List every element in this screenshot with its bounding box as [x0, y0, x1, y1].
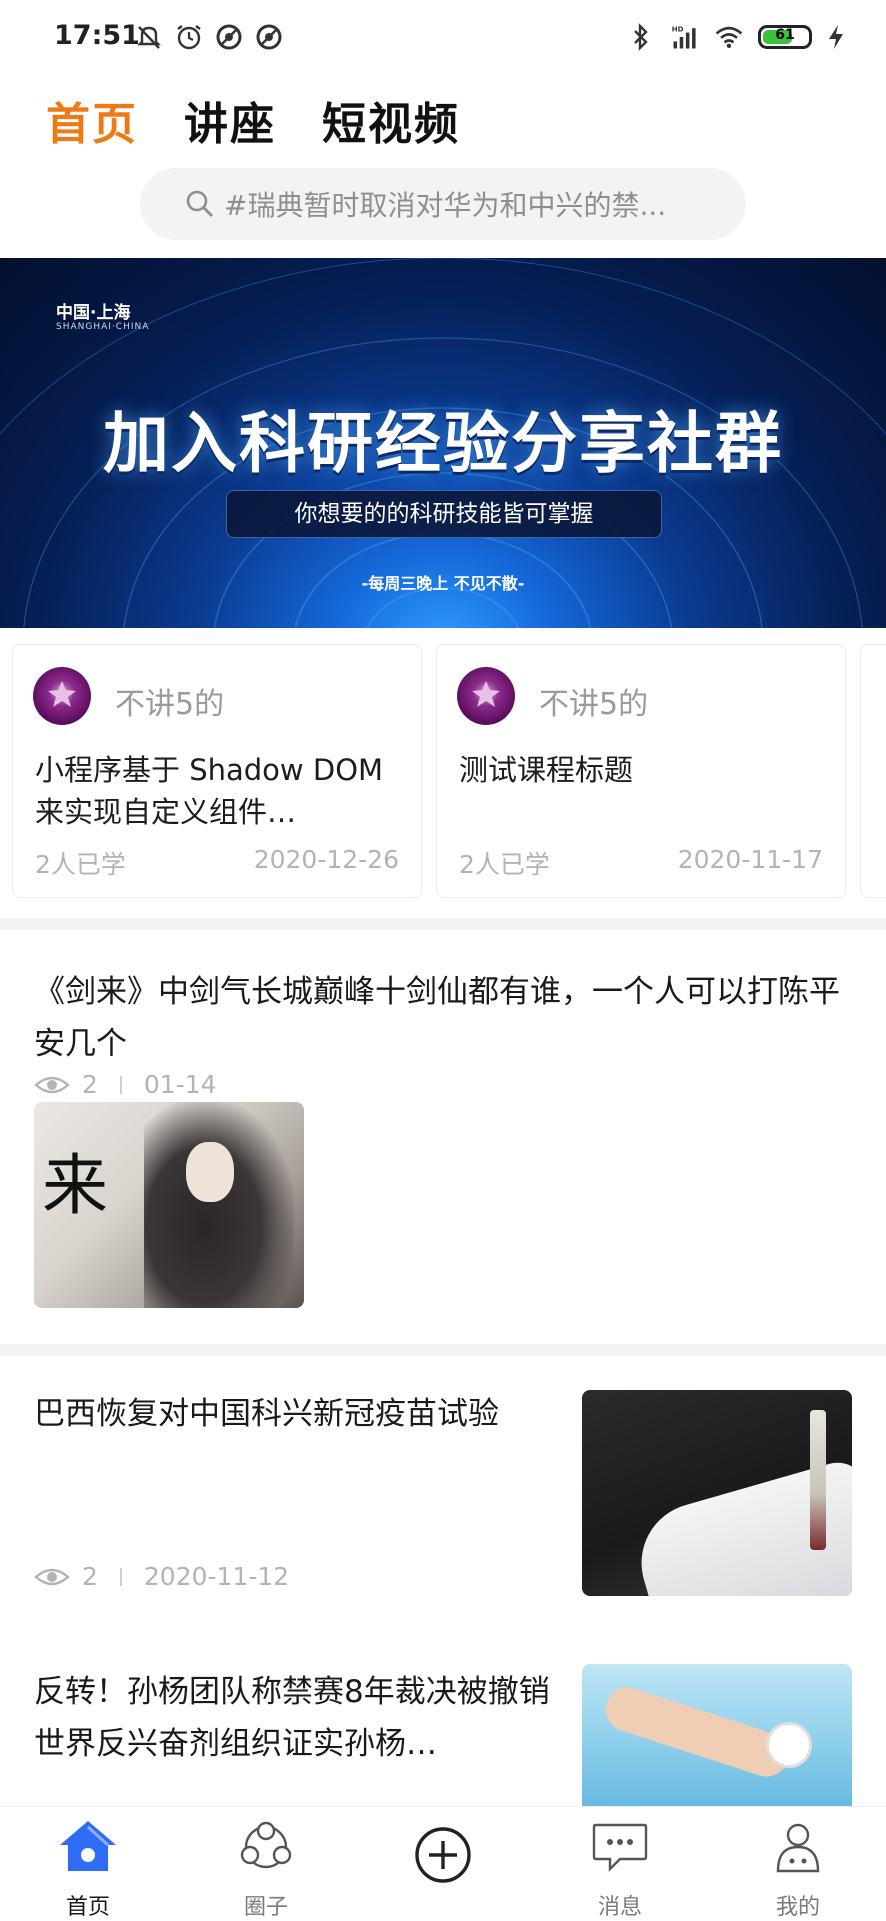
course-card-partial[interactable]	[860, 644, 886, 898]
image-swimmer	[599, 1681, 795, 1783]
image-face	[186, 1142, 234, 1202]
search-icon	[186, 190, 213, 217]
meta-separator	[119, 1075, 122, 1094]
tab-short-video[interactable]: 短视频	[322, 88, 460, 152]
author-avatar	[457, 667, 515, 725]
course-card[interactable]: 不讲5的 测试课程标题 2人已学 2020-11-17	[436, 644, 846, 898]
promo-banner[interactable]: 中国·上海 SHANGHAI·CHINA 加入科研经验分享社群 你想要的的科研技…	[0, 258, 886, 628]
eye-icon	[34, 1568, 70, 1585]
charging-bolt-icon	[829, 25, 843, 49]
profile-icon	[776, 1823, 820, 1873]
article-title: 反转！孙杨团队称禁赛8年裁决被撤销 世界反兴奋剂组织证实孙杨…	[34, 1674, 550, 1762]
article-meta: 2 2020-11-12	[34, 1562, 289, 1591]
status-notification-icons	[134, 22, 284, 52]
status-bar: 17:51 HD 61	[0, 0, 886, 76]
banner-title: 加入科研经验分享社群	[103, 405, 783, 482]
wifi-icon	[715, 26, 743, 49]
top-tabs: 首页 讲座 短视频	[46, 88, 460, 152]
battery-level: 61	[775, 27, 795, 43]
message-icon	[592, 1823, 648, 1872]
tab-lectures[interactable]: 讲座	[184, 88, 276, 152]
search-placeholder: #瑞典暂时取消对华为和中兴的禁...	[224, 189, 667, 222]
avatar-emblem-icon	[48, 681, 76, 707]
mute-bell-icon	[137, 26, 161, 49]
nav-home[interactable]: 首页	[28, 1807, 148, 1921]
banner-location: 中国·上海	[56, 303, 131, 323]
article-title: 《剑来》中剑气长城巅峰十剑仙都有谁，一个人可以打陈平安几个	[34, 974, 840, 1062]
cellular-signal-icon: HD	[672, 25, 696, 49]
course-author: 不讲5的	[539, 687, 649, 722]
nav-home-label: 首页	[65, 1895, 110, 1920]
circle-group-icon	[240, 1821, 292, 1869]
article-title: 巴西恢复对中国科兴新冠疫苗试验	[34, 1396, 499, 1432]
network-type-label: HD	[672, 25, 684, 34]
image-vial	[810, 1410, 826, 1550]
status-system-icons: HD 61	[626, 22, 846, 52]
banner-location-en: SHANGHAI·CHINA	[56, 322, 150, 332]
nav-circle-label: 圈子	[243, 1895, 288, 1920]
meta-separator	[119, 1567, 122, 1586]
app-notification-icon	[256, 24, 282, 50]
nav-add[interactable]	[383, 1807, 503, 1921]
section-divider	[0, 918, 886, 930]
image-swim-cap	[766, 1722, 812, 1768]
course-date: 2020-11-17	[677, 845, 823, 874]
nav-circle[interactable]: 圈子	[206, 1807, 326, 1921]
eye-icon	[34, 1076, 70, 1093]
battery-icon: 61	[758, 25, 812, 49]
bottom-navigation: 首页 圈子 消息 我的	[0, 1806, 886, 1921]
avatar-emblem-icon	[472, 681, 500, 707]
article-views: 2	[82, 1562, 98, 1591]
section-divider	[0, 1344, 886, 1356]
bluetooth-icon	[634, 23, 648, 51]
course-learners: 2人已学	[35, 850, 126, 879]
course-author: 不讲5的	[115, 687, 225, 722]
course-card-carousel[interactable]: 不讲5的 小程序基于 Shadow DOM 来实现自定义组件… 2人已学 202…	[12, 644, 886, 900]
image-calligraphy: 来	[42, 1147, 108, 1224]
image-figure	[144, 1102, 294, 1308]
nav-profile[interactable]: 我的	[738, 1807, 858, 1921]
course-date: 2020-12-26	[253, 845, 399, 874]
swimmer-image	[582, 1664, 852, 1814]
article-views: 2	[82, 1070, 98, 1099]
nav-profile-label: 我的	[775, 1895, 820, 1920]
home-icon	[60, 1821, 116, 1871]
article-meta: 2 01-14	[34, 1070, 217, 1099]
course-title: 测试课程标题	[459, 753, 634, 787]
status-time: 17:51	[54, 20, 140, 51]
search-bar[interactable]: #瑞典暂时取消对华为和中兴的禁...	[140, 168, 746, 240]
vaccine-vial-image	[582, 1390, 852, 1596]
alarm-icon	[177, 25, 201, 50]
article-date: 2020-11-12	[143, 1562, 290, 1591]
app-notification-icon	[216, 24, 242, 50]
add-circle-icon	[415, 1827, 471, 1883]
course-title: 小程序基于 Shadow DOM 来实现自定义组件…	[35, 753, 384, 829]
banner-subtitle: 你想要的的科研技能皆可掌握	[226, 490, 662, 538]
anime-character-image: 来	[34, 1102, 304, 1308]
nav-messages[interactable]: 消息	[560, 1807, 680, 1921]
course-card[interactable]: 不讲5的 小程序基于 Shadow DOM 来实现自定义组件… 2人已学 202…	[12, 644, 422, 898]
nav-messages-label: 消息	[597, 1895, 642, 1920]
author-avatar	[33, 667, 91, 725]
banner-footer: -每周三晚上 不见不散-	[361, 574, 525, 593]
article-date: 01-14	[143, 1070, 217, 1099]
course-learners: 2人已学	[459, 850, 550, 879]
tab-home[interactable]: 首页	[46, 88, 138, 152]
